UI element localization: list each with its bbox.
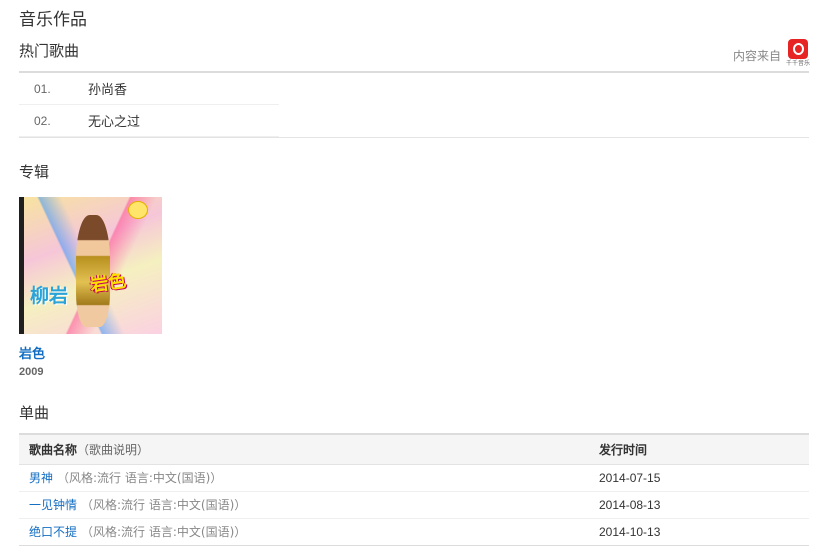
logo-text: 千千音乐: [786, 60, 811, 67]
release-date: 2014-10-13: [589, 518, 809, 546]
song-cell: 一见钟情 （风格:流行 语言:中文(国语)）: [19, 491, 589, 519]
table-header-row: 歌曲名称（歌曲说明） 发行时间: [19, 434, 809, 464]
hot-songs-list: 01. 孙尚香 02. 无心之过: [19, 73, 809, 137]
list-item[interactable]: 02. 无心之过: [19, 105, 279, 137]
cover-artist-text: 柳岩: [30, 285, 69, 307]
table-row: 绝口不提 （风格:流行 语言:中文(国语)） 2014-10-13: [19, 518, 809, 546]
list-item[interactable]: 01. 孙尚香: [19, 73, 279, 105]
cover-badge-icon: [128, 201, 148, 219]
content-source[interactable]: 内容来自 千千音乐: [733, 39, 810, 68]
album-year: 2009: [19, 366, 44, 378]
page-title: 音乐作品: [19, 10, 87, 30]
track-number: 02.: [34, 113, 51, 128]
song-description: （风格:流行 语言:中文(国语)）: [81, 525, 247, 539]
song-cell: 男神 （风格:流行 语言:中文(国语)）: [19, 464, 589, 492]
divider: [19, 137, 809, 138]
album-card: 柳岩 岩色 岩色 2009: [19, 197, 162, 378]
table-row: 一见钟情 （风格:流行 语言:中文(国语)） 2014-08-13: [19, 491, 809, 519]
table-row: 男神 （风格:流行 语言:中文(国语)） 2014-07-15: [19, 464, 809, 492]
song-link[interactable]: 绝口不提: [29, 525, 77, 539]
singles-title: 单曲: [19, 404, 50, 422]
source-label: 内容来自: [732, 49, 781, 63]
column-header-date: 发行时间: [599, 442, 648, 457]
column-header-name: 歌曲名称（歌曲说明）: [19, 434, 589, 464]
column-name-hint: （歌曲说明）: [77, 442, 150, 457]
release-date: 2014-07-15: [589, 464, 809, 492]
singles-table: 歌曲名称（歌曲说明） 发行时间 男神 （风格:流行 语言:中文(国语)） 2014…: [19, 433, 809, 546]
cover-title-text: 岩色: [88, 270, 128, 297]
qianqian-music-logo-icon[interactable]: 千千音乐: [786, 39, 810, 68]
song-description: （风格:流行 语言:中文(国语)）: [81, 498, 247, 512]
hot-songs-title: 热门歌曲: [19, 42, 80, 60]
track-number: 01.: [34, 81, 51, 96]
song-name[interactable]: 无心之过: [88, 111, 140, 130]
song-description: （风格:流行 语言:中文(国语)）: [57, 471, 223, 485]
album-name-link[interactable]: 岩色: [19, 343, 162, 362]
song-link[interactable]: 男神: [29, 471, 53, 485]
song-name[interactable]: 孙尚香: [88, 79, 127, 98]
song-link[interactable]: 一见钟情: [29, 498, 77, 512]
column-name-label: 歌曲名称: [29, 442, 78, 457]
song-cell: 绝口不提 （风格:流行 语言:中文(国语)）: [19, 518, 589, 546]
albums-title: 专辑: [19, 163, 50, 181]
album-cover[interactable]: 柳岩 岩色: [19, 197, 162, 334]
release-date: 2014-08-13: [589, 491, 809, 519]
